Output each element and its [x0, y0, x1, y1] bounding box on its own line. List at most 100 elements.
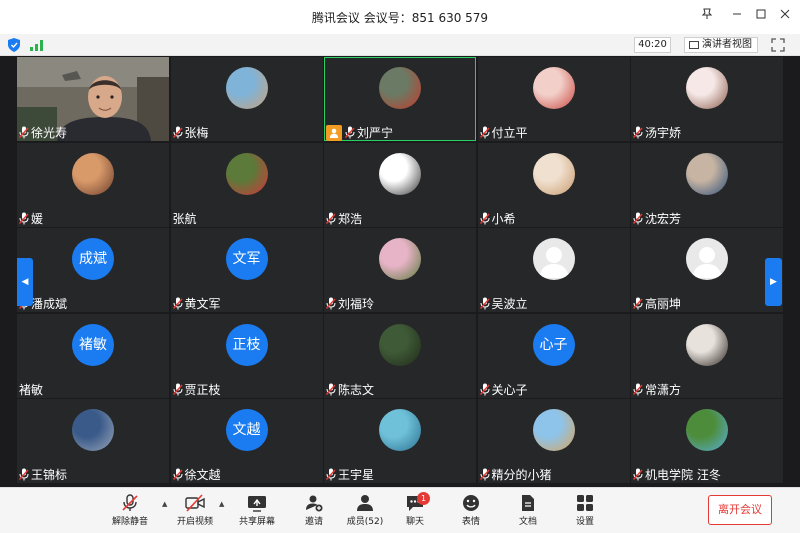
- camera-off-icon: [185, 494, 205, 512]
- participant-tile[interactable]: 心子 关心子: [477, 313, 630, 398]
- start-video-button[interactable]: 开启视频: [165, 492, 225, 532]
- chat-button[interactable]: 1 聊天: [385, 492, 445, 532]
- participant-tile[interactable]: 王锦标: [17, 399, 169, 483]
- mic-muted-icon: [326, 468, 336, 481]
- leave-meeting-button[interactable]: 离开会议: [708, 495, 772, 525]
- chat-unread-badge: 1: [417, 492, 430, 505]
- participant-tile[interactable]: 刘严宁: [324, 57, 476, 141]
- chat-label: 聊天: [405, 517, 424, 527]
- participant-name: 贾正枝: [184, 382, 221, 397]
- mic-muted-icon: [172, 126, 183, 139]
- participant-tile[interactable]: 徐光寿: [17, 57, 169, 141]
- participant-nameplate: 刘福玲: [324, 295, 378, 312]
- security-shield-icon[interactable]: [8, 38, 20, 52]
- video-options-caret-icon[interactable]: ▲: [219, 500, 224, 508]
- participant-tile[interactable]: 付立平: [477, 57, 630, 141]
- participant-nameplate: 徐文越: [171, 466, 225, 483]
- participant-grid: 徐光寿 张梅 刘严宁付立平 汤宇娇媛 张航 郑浩 小希 沈宏芳成斌 潘成斌 文军 黄文军刘福玲 吴波立…: [17, 57, 783, 485]
- share-screen-button[interactable]: 共享屏幕: [227, 492, 287, 532]
- members-icon: [357, 495, 373, 511]
- mic-muted-icon: [479, 126, 490, 139]
- network-signal-icon[interactable]: [30, 39, 44, 51]
- participant-tile[interactable]: 陈志文: [324, 313, 476, 398]
- participant-tile[interactable]: 王宇星: [324, 399, 476, 483]
- reactions-label: 表情: [461, 517, 480, 527]
- participant-name: 郑浩: [338, 211, 363, 226]
- host-icon: [326, 124, 342, 141]
- participant-name: 张航: [172, 211, 197, 226]
- reactions-button[interactable]: 表情: [441, 492, 501, 532]
- participant-name: 黄文军: [184, 297, 221, 311]
- participant-name: 精分的小猪: [491, 468, 552, 482]
- participant-tile[interactable]: 张梅: [170, 57, 323, 141]
- title-bar: 腾讯会议 会议号：851 630 579: [0, 0, 800, 34]
- participant-name: 常潇方: [645, 382, 682, 397]
- participant-tile[interactable]: 吴波立: [477, 228, 630, 312]
- meeting-info-bar: 40:20 演讲者视图: [0, 34, 800, 56]
- settings-button[interactable]: 设置: [555, 492, 615, 532]
- unmute-label: 解除静音: [111, 517, 148, 527]
- avatar-photo: [379, 67, 421, 109]
- avatar-photo: [686, 323, 728, 366]
- participant-tile[interactable]: 高丽坤: [631, 228, 783, 312]
- participant-tile[interactable]: 媛: [17, 142, 169, 227]
- mic-muted-icon: [479, 212, 490, 224]
- participant-name: 徐光寿: [31, 126, 68, 140]
- participant-tile[interactable]: 精分的小猪: [477, 399, 630, 483]
- documents-button[interactable]: 文档: [498, 492, 558, 532]
- participant-tile[interactable]: 汤宇娇: [631, 57, 783, 141]
- avatar-photo: [225, 152, 268, 195]
- participant-tile[interactable]: 成斌 潘成斌: [17, 228, 169, 312]
- participant-tile[interactable]: 文越 徐文越: [170, 399, 323, 483]
- participant-name: 付立平: [491, 126, 528, 140]
- participant-nameplate: 付立平: [478, 124, 532, 141]
- speaker-view-label: 演讲者视图: [702, 39, 752, 50]
- participant-name: 刘福玲: [338, 297, 375, 311]
- close-icon[interactable]: [774, 6, 796, 28]
- avatar-initials: 正枝: [225, 323, 268, 366]
- mic-muted-icon: [326, 297, 336, 310]
- avatar-initials: 心子: [532, 323, 575, 366]
- share-screen-icon: [248, 496, 266, 512]
- participant-name: 褚敏: [19, 382, 44, 397]
- pin-icon[interactable]: [696, 6, 718, 28]
- next-page-button[interactable]: ▶: [765, 258, 782, 306]
- speaker-view-icon: [689, 41, 699, 49]
- participant-tile[interactable]: 张航: [170, 142, 323, 227]
- default-avatar-icon: [686, 238, 728, 280]
- participant-tile[interactable]: 郑浩: [324, 142, 476, 227]
- participant-name: 媛: [31, 211, 44, 226]
- mic-muted-icon: [172, 297, 183, 310]
- smiley-icon: [463, 495, 479, 511]
- avatar-photo: [686, 67, 728, 109]
- participant-nameplate: 王宇星: [324, 466, 378, 483]
- participant-tile[interactable]: 褚敏 褚敏: [17, 313, 169, 398]
- participant-tile[interactable]: 常潇方: [631, 313, 783, 398]
- participant-tile[interactable]: 小希: [477, 142, 630, 227]
- settings-grid-icon: [577, 495, 593, 511]
- share-screen-label: 共享屏幕: [238, 517, 275, 527]
- participant-tile[interactable]: 文军 黄文军: [170, 228, 323, 312]
- participant-name: 吴波立: [491, 297, 528, 311]
- mic-muted-icon: [19, 468, 29, 481]
- minimize-icon[interactable]: [726, 6, 748, 28]
- previous-page-button[interactable]: ◀: [17, 258, 33, 306]
- mic-muted-icon: [326, 383, 336, 395]
- maximize-icon[interactable]: [750, 6, 772, 28]
- participant-tile[interactable]: 正枝贾正枝: [170, 313, 323, 398]
- mic-muted-icon: [479, 383, 490, 395]
- participant-name: 陈志文: [338, 382, 375, 397]
- tencent-meeting-window: 腾讯会议 会议号：851 630 579 40:20 演讲者视图 徐光寿 张梅 …: [0, 0, 800, 533]
- participant-tile[interactable]: 机电学院 汪冬: [631, 399, 783, 483]
- speaker-view-button[interactable]: 演讲者视图: [684, 37, 758, 53]
- avatar-photo: [379, 409, 421, 451]
- participant-nameplate: 小希: [478, 210, 520, 227]
- participant-tile[interactable]: 刘福玲: [324, 228, 476, 312]
- document-icon: [522, 495, 534, 511]
- participant-nameplate: 贾正枝: [171, 381, 225, 398]
- participant-tile[interactable]: 沈宏芳: [631, 142, 783, 227]
- participant-name: 潘成斌: [31, 297, 68, 311]
- fullscreen-icon[interactable]: [770, 37, 786, 53]
- unmute-button[interactable]: 解除静音: [100, 492, 160, 532]
- avatar-photo: [72, 409, 114, 451]
